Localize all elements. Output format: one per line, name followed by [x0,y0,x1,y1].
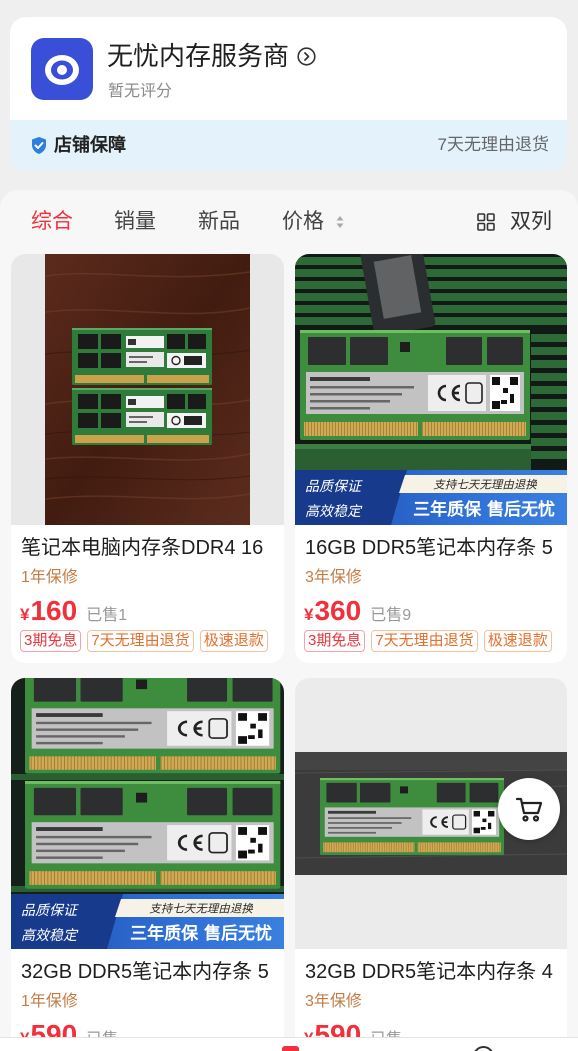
cart-icon [515,797,543,822]
currency-symbol: ¥ [304,605,314,624]
product-tags: 3期免息 7天无理由退货 极速退款 [20,630,268,652]
product-warranty: 1年保修 [21,569,78,586]
product-title: 32GB DDR5笔记本内存条 5 [21,961,269,983]
store-name-link[interactable]: 无忧内存服务商 [107,39,316,73]
return-tag: 7天无理由退货 [87,630,194,652]
banner-promise: 三年质保 售后无忧 [413,499,555,520]
store-header-card: 无忧内存服务商 暂无评分 店铺保障 7天无理由退货 [10,17,567,170]
banner-efficiency: 高效稳定 [21,928,79,944]
product-image [11,254,284,525]
sort-arrows-icon[interactable] [336,215,344,229]
store-guarantee-bar[interactable]: 店铺保障 7天无理由退货 [10,120,567,170]
installment-tag: 3期免息 [20,630,82,652]
return-policy: 7天无理由退货 [437,135,549,154]
return-tag: 7天无理由退货 [371,630,478,652]
product-price-row: ¥ 160 已售1 [20,593,127,629]
tab-sales[interactable]: 销量 [114,208,156,236]
shield-check-icon [32,137,46,154]
store-rating: 暂无评分 [108,83,173,100]
store-logo[interactable] [31,38,93,100]
banner-efficiency: 高效稳定 [305,504,363,520]
banner-slogan: 支持七天无理由退换 [433,478,537,492]
product-warranty: 1年保修 [21,993,78,1010]
promo-banner: 支持七天无理由退换 品质保证 高效稳定 三年质保 售后无忧 [11,894,284,949]
grid-icon[interactable] [477,213,495,231]
layout-toggle[interactable]: 双列 [510,208,552,236]
product-image: 支持七天无理由退换 品质保证 高效稳定 三年质保 售后无忧 [295,254,567,525]
guarantee-label: 店铺保障 [54,135,126,155]
refund-tag: 极速退款 [483,630,552,652]
eye-logo-icon [45,55,79,85]
banner-quality: 品质保证 [305,479,363,495]
product-price: 360 [314,595,362,626]
tab-new[interactable]: 新品 [198,208,240,236]
product-price-row: ¥ 360 已售9 [304,593,411,629]
product-card[interactable]: 支持七天无理由退换 品质保证 高效稳定 三年质保 售后无忧 16GB DDR5笔… [295,254,567,663]
sold-count: 已售9 [370,607,412,624]
product-price: 160 [30,595,78,626]
circle-chevron-right-icon [297,46,316,66]
product-warranty: 3年保修 [305,993,362,1010]
sold-count: 已售1 [86,607,128,624]
nav-service-icon[interactable] [473,1046,494,1051]
product-image: 支持七天无理由退换 品质保证 高效稳定 三年质保 售后无忧 [11,678,284,949]
product-title: 16GB DDR5笔记本内存条 5 [305,537,553,559]
nav-shop-icon[interactable] [282,1046,299,1051]
product-card[interactable]: 笔记本电脑内存条DDR4 16 1年保修 ¥ 160 已售1 3期免息 7天无理… [11,254,284,663]
banner-promise: 三年质保 售后无忧 [130,923,272,944]
product-card[interactable]: 支持七天无理由退换 品质保证 高效稳定 三年质保 售后无忧 32GB DDR5笔… [11,678,284,1051]
tab-overall[interactable]: 综合 [31,208,73,236]
currency-symbol: ¥ [20,605,30,624]
product-title: 32GB DDR5笔记本内存条 4 [305,961,553,983]
banner-quality: 品质保证 [21,903,79,919]
refund-tag: 极速退款 [199,630,268,652]
product-card[interactable]: 32GB DDR5笔记本内存条 4 3年保修 ¥ 590 已售 [295,678,567,1051]
store-name: 无忧内存服务商 [107,41,290,71]
bottom-nav [0,1037,578,1051]
promo-banner: 支持七天无理由退换 品质保证 高效稳定 三年质保 售后无忧 [295,470,567,525]
tab-price[interactable]: 价格 [282,208,324,236]
product-title: 笔记本电脑内存条DDR4 16 [21,537,264,559]
add-to-cart-button[interactable] [498,778,560,840]
product-tags: 3期免息 7天无理由退货 极速退款 [304,630,552,652]
installment-tag: 3期免息 [304,630,366,652]
banner-slogan: 支持七天无理由退换 [149,902,253,916]
product-warranty: 3年保修 [305,569,362,586]
